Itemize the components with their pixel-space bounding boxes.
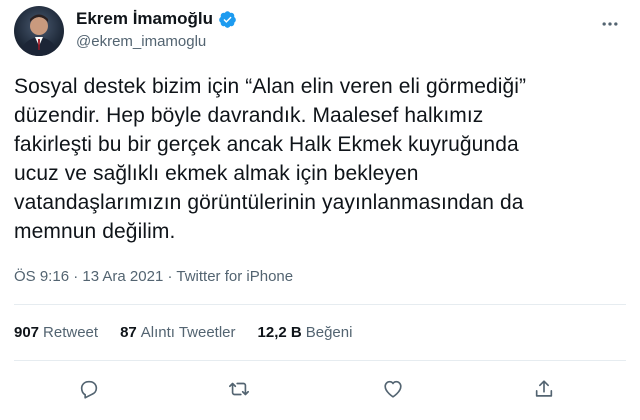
retweet-button[interactable] — [226, 376, 252, 402]
likes-count: 12,2 B — [257, 323, 302, 341]
retweet-icon — [229, 382, 249, 396]
meta-separator: · — [73, 268, 79, 285]
tweet-header: Ekrem İmamoğlu @ekrem_imamoglu — [14, 6, 626, 56]
retweets-label: Retweet — [43, 323, 99, 341]
quotes-stat[interactable]: 87 Alıntı Tweetler — [120, 324, 235, 341]
more-dots-icon — [602, 22, 618, 26]
tweet-date[interactable]: 13 Ara 2021 — [82, 268, 163, 285]
tweet-text: Sosyal destek bizim için “Alan elin vere… — [14, 75, 527, 243]
avatar-portrait-icon — [20, 14, 58, 56]
tweet-actions — [0, 366, 640, 414]
retweets-count: 907 — [14, 323, 40, 341]
more-options-button[interactable] — [598, 12, 622, 36]
verified-badge-icon — [218, 10, 237, 29]
author-handle[interactable]: @ekrem_imamoglu — [76, 33, 237, 50]
quotes-label: Alıntı Tweetler — [140, 323, 236, 341]
tweet-meta: ÖS 9:16 · 13 Ara 2021 · Twitter for iPho… — [14, 268, 293, 285]
tweet-time[interactable]: ÖS 9:16 — [14, 268, 69, 285]
likes-label: Beğeni — [305, 323, 353, 341]
reply-button[interactable] — [76, 376, 102, 402]
author-display-name[interactable]: Ekrem İmamoğlu — [76, 9, 213, 29]
likes-stat[interactable]: 12,2 B Beğeni — [258, 324, 353, 341]
author-names: Ekrem İmamoğlu @ekrem_imamoglu — [76, 8, 237, 50]
tweet-source[interactable]: Twitter for iPhone — [176, 268, 293, 285]
meta-separator: · — [167, 268, 173, 285]
retweets-stat[interactable]: 907 Retweet — [14, 324, 98, 341]
heart-icon — [384, 380, 402, 398]
like-button[interactable] — [380, 376, 406, 402]
divider — [14, 360, 626, 361]
tweet-card: Ekrem İmamoğlu @ekrem_imamoglu Sosyal de… — [0, 0, 640, 420]
share-button[interactable] — [531, 376, 557, 402]
divider — [14, 304, 626, 305]
tweet-stats: 907 Retweet 87 Alıntı Tweetler 12,2 B Beğen… — [14, 318, 374, 346]
avatar[interactable] — [14, 6, 64, 56]
share-icon — [535, 380, 553, 397]
reply-icon — [80, 380, 98, 399]
quotes-count: 87 — [120, 323, 137, 341]
